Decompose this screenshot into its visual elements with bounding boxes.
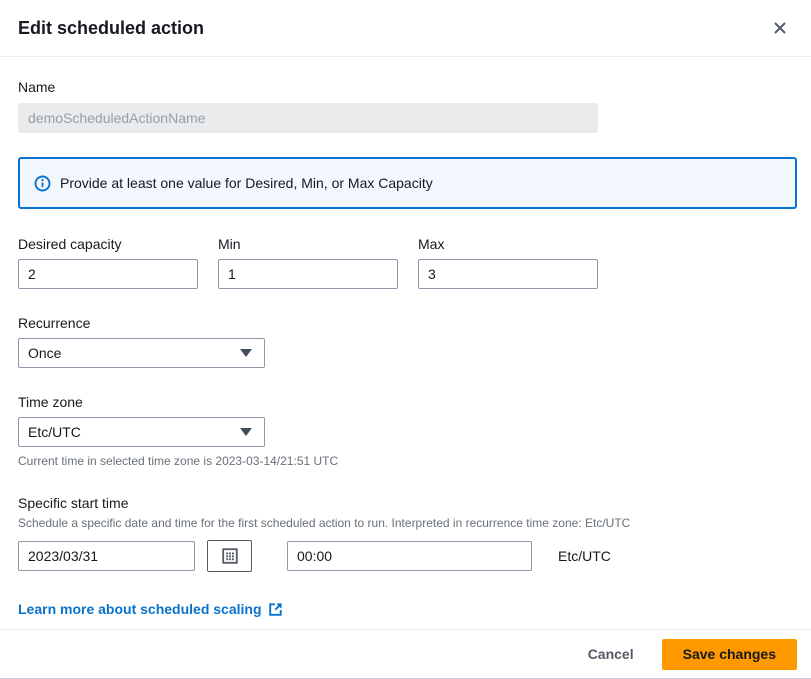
edit-scheduled-action-modal: Edit scheduled action Name Provide at le <box>0 0 811 679</box>
recurrence-label: Recurrence <box>18 314 797 332</box>
max-capacity-label: Max <box>418 235 598 253</box>
info-icon <box>34 175 51 192</box>
modal-title: Edit scheduled action <box>18 18 204 39</box>
caret-down-icon <box>240 349 252 357</box>
alert-message: Provide at least one value for Desired, … <box>60 175 433 191</box>
desired-capacity-input[interactable] <box>18 259 198 289</box>
min-capacity-input[interactable] <box>218 259 398 289</box>
timezone-suffix: Etc/UTC <box>558 548 611 564</box>
recurrence-field: Recurrence Once <box>18 314 797 368</box>
close-button[interactable] <box>765 13 795 43</box>
start-time-input[interactable] <box>287 541 532 571</box>
modal-header: Edit scheduled action <box>0 0 811 57</box>
capacity-row: Desired capacity Min Max <box>18 235 797 289</box>
save-changes-button[interactable]: Save changes <box>662 639 797 670</box>
name-label: Name <box>18 78 797 96</box>
calendar-button[interactable] <box>207 540 252 572</box>
start-time-label: Specific start time <box>18 494 797 512</box>
min-capacity-label: Min <box>218 235 398 253</box>
timezone-helper-text: Current time in selected time zone is 20… <box>18 454 797 469</box>
recurrence-select[interactable]: Once <box>18 338 265 368</box>
calendar-icon <box>222 548 238 564</box>
max-capacity-field: Max <box>418 235 598 289</box>
max-capacity-input[interactable] <box>418 259 598 289</box>
cancel-button[interactable]: Cancel <box>588 646 634 662</box>
close-icon <box>772 20 788 36</box>
info-alert: Provide at least one value for Desired, … <box>18 157 797 209</box>
name-input <box>18 103 598 133</box>
recurrence-selected-value: Once <box>28 345 61 361</box>
modal-footer: Cancel Save changes <box>0 629 811 678</box>
modal-body: Name Provide at least one value for Desi… <box>0 57 811 629</box>
start-time-description: Schedule a specific date and time for th… <box>18 516 797 531</box>
timezone-select[interactable]: Etc/UTC <box>18 417 265 447</box>
external-link-icon <box>268 602 283 617</box>
caret-down-icon <box>240 428 252 436</box>
start-time-row: Etc/UTC <box>18 540 797 572</box>
timezone-label: Time zone <box>18 393 797 411</box>
timezone-selected-value: Etc/UTC <box>28 424 81 440</box>
desired-capacity-field: Desired capacity <box>18 235 198 289</box>
learn-more-link[interactable]: Learn more about scheduled scaling <box>18 601 283 617</box>
start-time-section: Specific start time Schedule a specific … <box>18 494 797 572</box>
desired-capacity-label: Desired capacity <box>18 235 198 253</box>
learn-more-link-label: Learn more about scheduled scaling <box>18 601 262 617</box>
start-date-input[interactable] <box>18 541 195 571</box>
timezone-field: Time zone Etc/UTC Current time in select… <box>18 393 797 469</box>
min-capacity-field: Min <box>218 235 398 289</box>
